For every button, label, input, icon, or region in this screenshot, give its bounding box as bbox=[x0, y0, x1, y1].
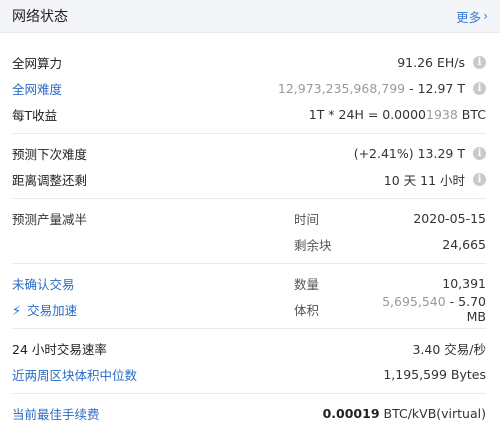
per-t-income-unit: BTC bbox=[457, 106, 486, 122]
halving-blocks-label: 剩余块 bbox=[294, 237, 332, 253]
panel-body: 全网算力 91.26 EH/s i 全网难度 12,973,235,968,79… bbox=[0, 33, 500, 426]
halving-time-value: 2020-05-15 bbox=[413, 210, 486, 226]
per-t-income-label: 每T收益 bbox=[12, 107, 58, 123]
accelerate-link[interactable]: ⚡ 交易加速 bbox=[12, 300, 294, 319]
hashrate-label: 全网算力 bbox=[12, 55, 63, 71]
lightning-icon: ⚡ bbox=[12, 303, 22, 319]
info-icon[interactable]: i bbox=[473, 55, 486, 69]
per-t-income-row: 每T收益 1T * 24H = 0.0000 1938 BTC bbox=[12, 101, 486, 127]
divider bbox=[12, 393, 486, 394]
tx-rate-row: 24 小时交易速率 3.40 交易/秒 bbox=[12, 335, 486, 361]
tx-rate-value: 3.40 交易/秒 bbox=[412, 341, 486, 357]
unconfirmed-link[interactable]: 未确认交易 bbox=[12, 274, 294, 293]
halving-time-row: 预测产量减半 时间 2020-05-15 bbox=[12, 205, 486, 231]
unconfirmed-row: 未确认交易 数量 10,391 bbox=[12, 270, 486, 296]
next-difficulty-label: 预测下次难度 bbox=[12, 146, 88, 162]
divider bbox=[12, 263, 486, 264]
info-icon[interactable]: i bbox=[473, 81, 486, 95]
adjust-remaining-value: 10 天 11 小时 bbox=[383, 172, 465, 188]
difficulty-row: 全网难度 12,973,235,968,799 - 12.97 T i bbox=[12, 75, 486, 101]
divider bbox=[12, 198, 486, 199]
best-fee-link[interactable]: 当前最佳手续费 bbox=[12, 404, 100, 423]
info-icon[interactable]: i bbox=[473, 146, 486, 160]
divider bbox=[12, 133, 486, 134]
next-difficulty-value: (+2.41%) 13.29 T bbox=[353, 145, 465, 161]
accelerate-size-raw: 5,695,540 bbox=[382, 294, 446, 309]
unconfirmed-count-value: 10,391 bbox=[442, 275, 486, 291]
panel-header: 网络状态 更多 › bbox=[0, 0, 500, 33]
accelerate-size-label: 体积 bbox=[294, 302, 320, 318]
accelerate-size-short: 5.70 MB bbox=[458, 294, 486, 324]
accelerate-row: ⚡ 交易加速 体积 5,695,540 - 5.70 MB bbox=[12, 294, 486, 324]
halving-time-label: 时间 bbox=[294, 211, 320, 227]
best-fee-row: 当前最佳手续费 0.00019 BTC/kVB(virtual) bbox=[12, 400, 486, 426]
difficulty-short: 12.97 T bbox=[417, 80, 465, 96]
per-t-income-muted: 1938 bbox=[426, 106, 458, 122]
best-fee-unit: BTC/kVB(virtual) bbox=[379, 405, 486, 421]
adjust-remaining-label: 距离调整还剩 bbox=[12, 172, 88, 188]
halving-label: 预测产量减半 bbox=[12, 211, 88, 227]
next-difficulty-row: 预测下次难度 (+2.41%) 13.29 T i bbox=[12, 140, 486, 166]
divider bbox=[12, 328, 486, 329]
median-block-row: 近两周区块体积中位数 1,195,599 Bytes bbox=[12, 361, 486, 387]
unconfirmed-count-label: 数量 bbox=[294, 276, 320, 292]
difficulty-link[interactable]: 全网难度 bbox=[12, 79, 62, 98]
panel-title: 网络状态 bbox=[12, 9, 68, 25]
adjust-remaining-row: 距离调整还剩 10 天 11 小时 i bbox=[12, 166, 486, 192]
tx-rate-label: 24 小时交易速率 bbox=[12, 341, 107, 357]
halving-blocks-row: 剩余块 24,665 bbox=[12, 231, 486, 257]
more-label: 更多 bbox=[456, 9, 482, 25]
chevron-right-icon: › bbox=[483, 9, 488, 23]
halving-blocks-value: 24,665 bbox=[442, 236, 486, 252]
difficulty-raw: 12,973,235,968,799 bbox=[277, 80, 406, 96]
info-icon[interactable]: i bbox=[473, 172, 486, 186]
per-t-income-prefix: 1T * 24H = 0.0000 bbox=[308, 106, 426, 122]
median-block-link[interactable]: 近两周区块体积中位数 bbox=[12, 365, 137, 384]
more-link[interactable]: 更多 › bbox=[456, 7, 488, 26]
network-status-panel: 网络状态 更多 › 全网算力 91.26 EH/s i 全网难度 12,973,… bbox=[0, 0, 500, 441]
hashrate-row: 全网算力 91.26 EH/s i bbox=[12, 49, 486, 75]
accelerate-size-sep: - bbox=[445, 294, 459, 309]
median-block-value: 1,195,599 Bytes bbox=[383, 366, 486, 382]
difficulty-sep: - bbox=[405, 80, 418, 96]
best-fee-value: 0.00019 bbox=[322, 405, 380, 421]
hashrate-value: 91.26 EH/s bbox=[397, 54, 465, 70]
accelerate-label: 交易加速 bbox=[27, 302, 78, 318]
